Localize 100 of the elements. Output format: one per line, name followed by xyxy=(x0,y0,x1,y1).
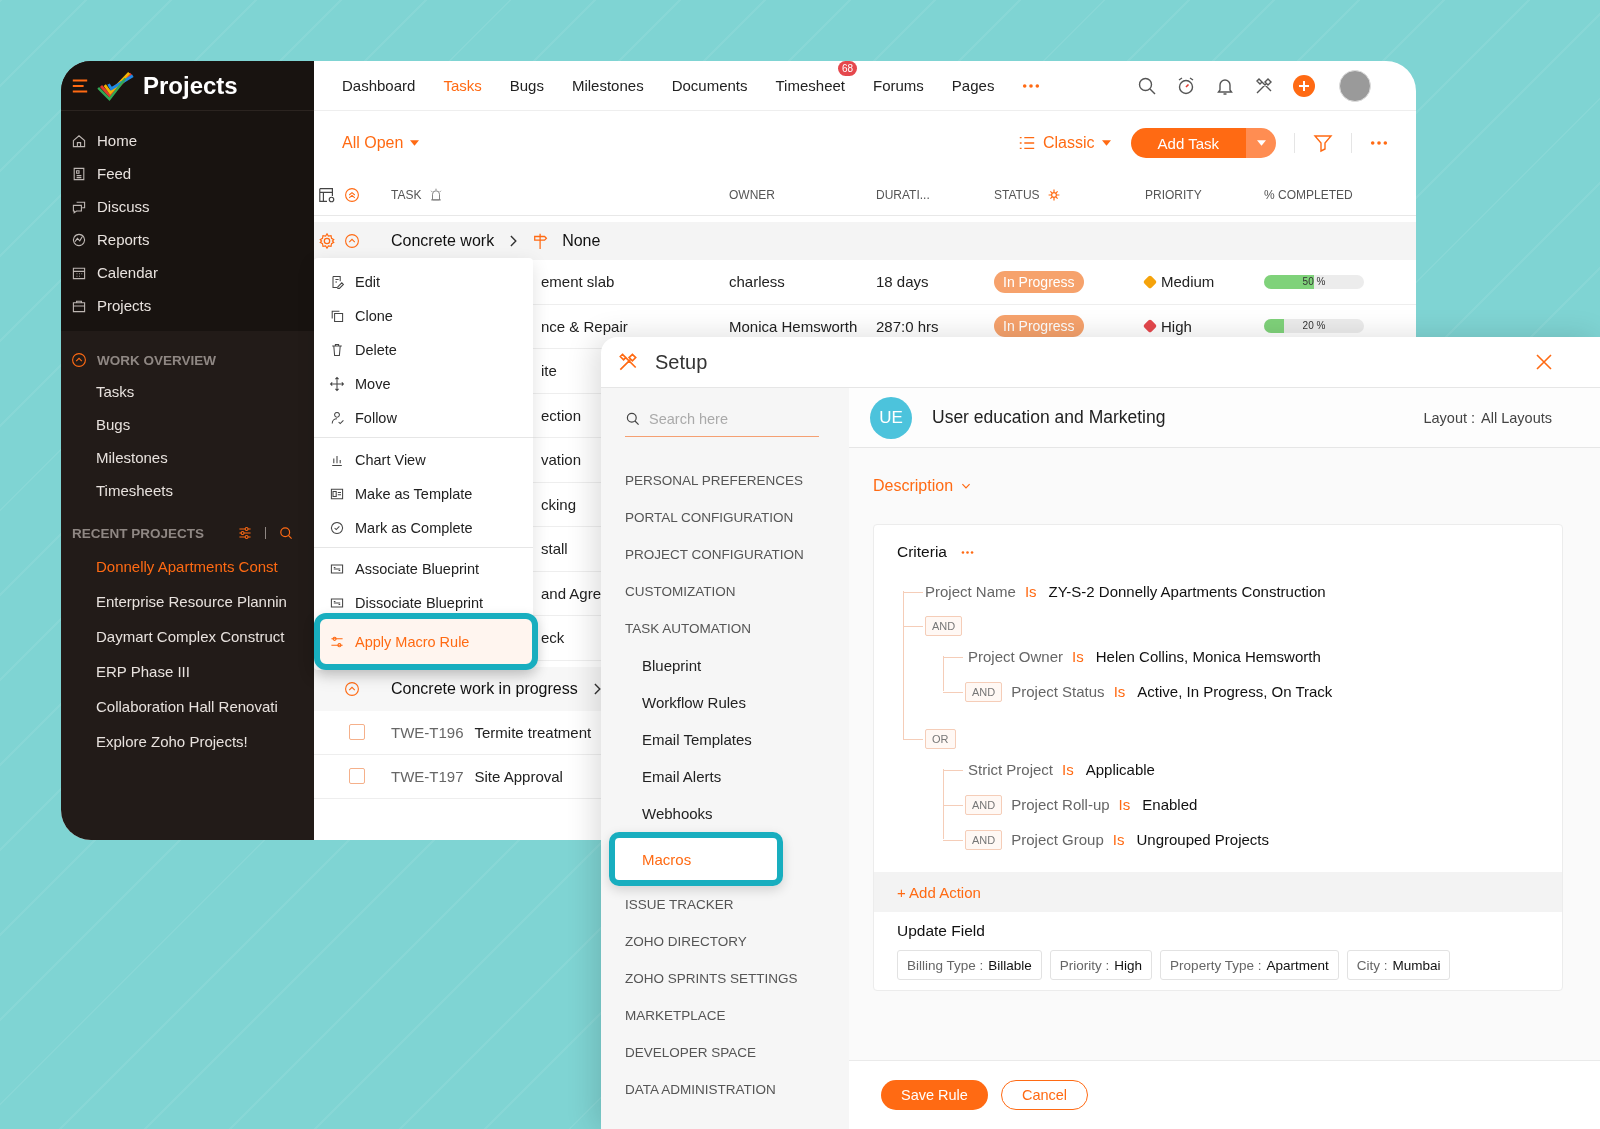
template-icon xyxy=(329,486,345,502)
project-link[interactable]: Collaboration Hall Renovati xyxy=(61,689,314,724)
duration-cell-text: 18 days xyxy=(876,273,930,291)
task-checkbox[interactable] xyxy=(349,724,365,740)
column-settings-icon[interactable] xyxy=(318,186,336,204)
search-icon xyxy=(625,411,641,427)
sidebar-item[interactable]: Feed xyxy=(61,157,314,190)
task-name[interactable]: nce & Repair xyxy=(541,317,628,335)
avatar[interactable] xyxy=(1339,69,1371,102)
ticket-icon xyxy=(329,561,345,577)
add-icon[interactable] xyxy=(1293,74,1315,97)
task-name[interactable]: Termite treatment xyxy=(474,723,592,741)
search-field[interactable]: Search here xyxy=(647,410,801,428)
task-name[interactable]: ite xyxy=(541,362,557,380)
task-id: TWE-T197 xyxy=(391,767,464,785)
move-icon xyxy=(329,376,345,392)
search-icon[interactable] xyxy=(1137,75,1157,96)
more-icon[interactable] xyxy=(1370,140,1388,146)
field-chip[interactable]: Property Type : Apartment xyxy=(1160,950,1339,980)
sidebar-item[interactable]: Tasks xyxy=(61,375,314,408)
menu-item[interactable]: Clone xyxy=(314,299,533,333)
task-name[interactable]: ection xyxy=(541,406,582,424)
project-link[interactable]: Explore Zoho Projects! xyxy=(61,724,314,759)
field-chip[interactable]: Priority : High xyxy=(1049,950,1153,980)
filter-icon[interactable] xyxy=(1313,133,1333,153)
siren-icon[interactable] xyxy=(429,188,444,202)
menu-item[interactable]: Chart View xyxy=(314,443,533,477)
more-icon[interactable] xyxy=(960,549,974,555)
settings-nav-item[interactable]: Workflow Rules xyxy=(601,684,849,721)
sidebar-item[interactable]: Reports xyxy=(61,223,314,256)
nav-tab[interactable]: Dashboard xyxy=(342,77,416,94)
sidebar-item[interactable]: Timesheets xyxy=(61,474,314,507)
menu-item[interactable]: Edit xyxy=(314,265,533,299)
settings-nav-item[interactable]: DEVELOPER SPACE xyxy=(601,1034,849,1071)
nav-tab[interactable]: Milestones xyxy=(571,77,644,94)
field-chip[interactable]: City : Mumbai xyxy=(1346,950,1451,980)
nav-tab[interactable]: Timesheet xyxy=(775,77,845,94)
gear-icon[interactable] xyxy=(1047,189,1060,201)
task-name[interactable]: eck xyxy=(541,629,565,647)
project-link[interactable]: Enterprise Resource Plannin xyxy=(61,584,314,619)
menu-item[interactable]: Mark as Complete xyxy=(314,511,533,545)
settings-nav-item[interactable]: PORTAL CONFIGURATION xyxy=(601,499,849,536)
settings-nav-item[interactable]: TASK AUTOMATION xyxy=(601,610,849,647)
task-checkbox[interactable] xyxy=(349,768,365,784)
nav-tab[interactable]: Forums xyxy=(873,77,924,94)
settings-nav-item[interactable]: PROJECT CONFIGURATION xyxy=(601,536,849,573)
chevron-up-icon[interactable] xyxy=(344,233,360,249)
section-title: RECENT PROJECTS xyxy=(72,525,206,541)
menu-item[interactable]: Associate Blueprint xyxy=(314,552,533,586)
settings-nav-item[interactable]: ZOHO SPRINTS SETTINGS xyxy=(601,960,849,997)
settings-nav-item[interactable]: Email Alerts xyxy=(601,758,849,795)
task-name[interactable]: cking xyxy=(541,495,577,513)
menu-item[interactable]: Delete xyxy=(314,333,533,367)
nav-tab[interactable]: Bugs xyxy=(509,77,544,94)
project-link[interactable]: Donnelly Apartments Const xyxy=(61,549,314,584)
project-link[interactable]: Daymart Complex Construct xyxy=(61,619,314,654)
criteria-field: Project Owner xyxy=(968,648,1064,665)
more-icon[interactable] xyxy=(1022,82,1041,89)
settings-nav-item[interactable]: DATA ADMINISTRATION xyxy=(601,1071,849,1108)
menu-item[interactable]: Make as Template xyxy=(314,477,533,511)
sidebar-item[interactable]: Home xyxy=(61,124,314,157)
panel-title: Setup xyxy=(655,350,708,374)
settings-nav-item[interactable]: Blueprint xyxy=(601,647,849,684)
task-name[interactable]: stall xyxy=(541,540,568,558)
sliders-icon[interactable] xyxy=(237,525,253,541)
settings-nav-item[interactable]: PERSONAL PREFERENCES xyxy=(601,462,849,499)
sidebar-item[interactable]: Discuss xyxy=(61,190,314,223)
settings-nav-item[interactable]: CUSTOMIZATION xyxy=(601,573,849,610)
sidebar-item[interactable]: Calendar xyxy=(61,256,314,289)
project-link[interactable]: ERP Phase III xyxy=(61,654,314,689)
sidebar-item[interactable]: Milestones xyxy=(61,441,314,474)
menu-item[interactable]: Move xyxy=(314,367,533,401)
nav-tab[interactable]: Pages xyxy=(951,77,995,94)
task-name[interactable]: and Agre xyxy=(541,584,602,602)
sidebar-item[interactable]: Bugs xyxy=(61,408,314,441)
task-name[interactable]: vation xyxy=(541,451,582,469)
group-row[interactable]: Concrete work None xyxy=(314,222,1416,260)
field-chip[interactable]: Billing Type : Billable xyxy=(897,950,1042,980)
sidebar-item[interactable]: Projects xyxy=(61,289,314,322)
dropdown-button[interactable] xyxy=(1246,128,1276,158)
settings-nav-item[interactable]: Email Templates xyxy=(601,721,849,758)
settings-nav-item[interactable]: ZOHO DIRECTORY xyxy=(601,923,849,960)
close-icon[interactable] xyxy=(1534,352,1554,372)
column-header: OWNER xyxy=(729,188,776,202)
settings-nav-item[interactable]: Webhooks xyxy=(601,795,849,832)
task-name[interactable]: ement slab xyxy=(541,273,615,291)
nav-tab[interactable]: Documents xyxy=(671,77,748,94)
menu-item[interactable]: Follow xyxy=(314,401,533,435)
task-name[interactable]: Site Approval xyxy=(474,767,563,785)
settings-nav-item[interactable]: ISSUE TRACKER xyxy=(601,886,849,923)
criteria-value: Active, In Progress, On Track xyxy=(1137,683,1333,700)
timer-icon[interactable] xyxy=(1176,75,1196,96)
settings-nav-item[interactable]: MARKETPLACE xyxy=(601,997,849,1034)
chevron-up-icon[interactable] xyxy=(71,352,87,368)
search-icon[interactable] xyxy=(278,525,294,541)
gear-icon[interactable] xyxy=(318,232,336,250)
chevron-up-icon[interactable] xyxy=(344,680,360,697)
collapse-all-icon[interactable] xyxy=(344,187,360,203)
priority-cell: Medium xyxy=(1161,273,1215,291)
column-header: % COMPLETED xyxy=(1264,188,1354,202)
